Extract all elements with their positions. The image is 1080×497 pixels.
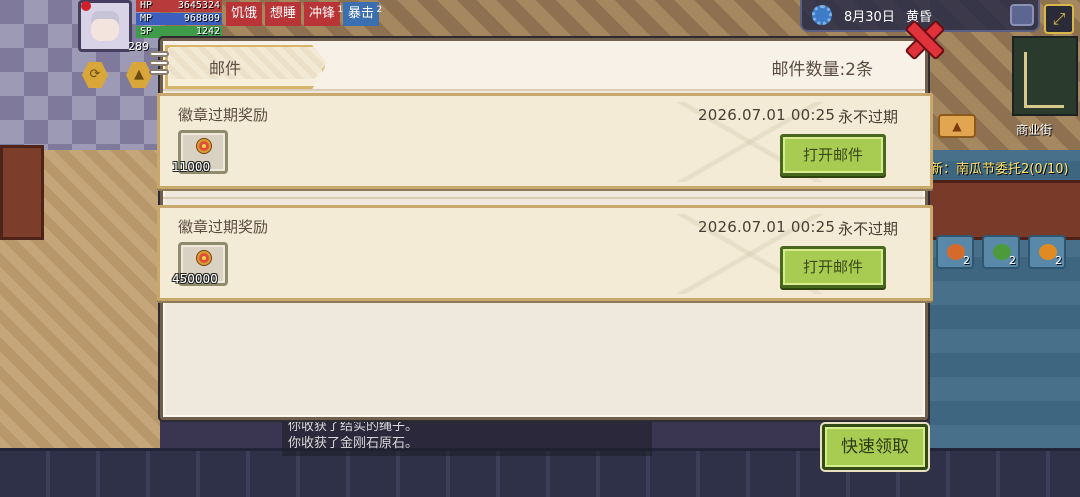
mail-tab-title: 邮件	[209, 59, 242, 78]
mail-item[interactable]: 徽章过期奖励 2026.07.01 00:25 永不过期 450000 打开邮件	[157, 205, 933, 301]
mail-expiry: 永不过期	[838, 108, 899, 126]
shop-wall	[930, 180, 1080, 240]
status-tag-charge[interactable]: 冲锋 1	[304, 2, 343, 26]
chevron-up-icon[interactable]: ▲	[938, 114, 976, 138]
sp-bar: SP 1242	[136, 26, 222, 38]
minimap-wall	[1024, 52, 1064, 108]
item-count: 2	[963, 254, 970, 267]
shop-item-slot[interactable]: 2	[982, 235, 1020, 269]
attachment-quantity: 450000	[172, 272, 218, 286]
map-location-label: 商业街	[1016, 123, 1053, 137]
mp-value: 968809	[183, 13, 220, 24]
badge-coin-icon	[197, 139, 211, 153]
avatar-gem-icon	[81, 1, 91, 11]
status-tag-stack: 2	[376, 5, 383, 15]
status-tag-sleepy[interactable]: 想睡	[265, 2, 302, 26]
mp-bar: MP 968809	[136, 13, 222, 25]
avatar-face	[91, 11, 119, 41]
item-count: 2	[1055, 254, 1062, 267]
hp-bar: HP 3645324	[136, 0, 222, 12]
shop-item-row: 2 2 2	[936, 235, 1066, 269]
attachment-quantity: 11000	[172, 160, 211, 174]
globe-icon[interactable]	[1010, 4, 1034, 26]
hp-label: HP	[140, 0, 153, 11]
bookshelf	[0, 145, 44, 240]
mail-count: 邮件数量:2条	[771, 60, 873, 80]
status-tag-label: 冲锋	[309, 6, 336, 21]
divider	[163, 197, 925, 199]
status-tag-crit[interactable]: 暴击 2	[343, 2, 383, 26]
ring-binder-icon	[149, 51, 171, 81]
badge-coin-icon	[197, 251, 211, 265]
expand-icon[interactable]: ⤢	[1044, 4, 1074, 34]
close-icon[interactable]	[904, 20, 940, 56]
weather-sun-icon	[812, 5, 832, 25]
status-tag-label: 想睡	[270, 6, 297, 21]
player-level: 289	[128, 40, 149, 53]
status-tag-hungry[interactable]: 饥饿	[226, 2, 263, 26]
open-mail-button[interactable]: 打开邮件	[780, 246, 886, 288]
sp-value: 1242	[195, 26, 220, 37]
mail-tab-pattern	[169, 47, 327, 79]
chat-line: 你收获了金刚石原石。	[288, 436, 419, 451]
mail-item[interactable]: 徽章过期奖励 2026.07.01 00:25 永不过期 11000 打开邮件	[157, 93, 933, 189]
shop-item-slot[interactable]: 2	[936, 235, 974, 269]
chat-log: 你收获了结实的绳子。 你收获了金刚石原石。	[282, 416, 652, 456]
open-mail-button[interactable]: 打开邮件	[780, 134, 886, 176]
hp-value: 3645324	[177, 0, 220, 11]
mail-dialog: 邮件 邮件数量:2条 徽章过期奖励 2026.07.01 00:25 永不过期 …	[149, 38, 933, 420]
player-stats: HP 3645324 MP 968809 SP 1242	[136, 0, 222, 39]
shop-item-slot[interactable]: 2	[1028, 235, 1066, 269]
mail-date: 2026.07.01 00:25	[698, 218, 836, 236]
mp-label: MP	[140, 13, 153, 24]
mail-subject: 徽章过期奖励	[178, 218, 269, 236]
item-count: 2	[1009, 254, 1016, 267]
status-tag-label: 饥饿	[231, 6, 258, 21]
sp-label: SP	[140, 26, 153, 37]
mail-date: 2026.07.01 00:25	[698, 106, 836, 124]
chat-line: 你收获了结实的绳子。	[288, 419, 419, 434]
minimap[interactable]	[1012, 36, 1078, 116]
mail-header: 邮件 邮件数量:2条	[149, 41, 925, 91]
mail-subject: 徽章过期奖励	[178, 106, 269, 124]
player-avatar[interactable]	[78, 0, 132, 52]
status-effects: 饥饿 想睡 冲锋 1 暴击 2	[226, 2, 383, 26]
status-tag-label: 暴击	[348, 6, 375, 21]
date-text: 8月30日	[844, 10, 895, 25]
quick-claim-button[interactable]: 快速领取	[822, 424, 928, 470]
quest-tracker[interactable]: 新：南瓜节委托2(0/10)	[930, 158, 1069, 177]
mail-expiry: 永不过期	[838, 220, 899, 238]
